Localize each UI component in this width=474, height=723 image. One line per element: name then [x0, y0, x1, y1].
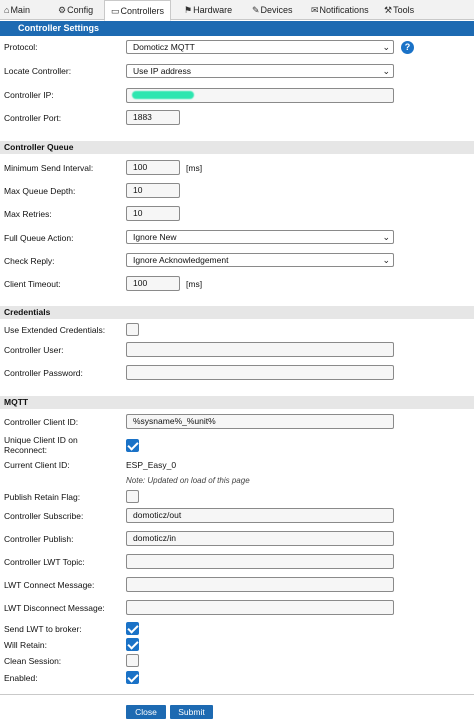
client-id-label: Controller Client ID: [4, 417, 79, 427]
controller-subscribe-label: Controller Subscribe: [4, 511, 84, 521]
tab-tools[interactable]: ⚒Tools [384, 0, 414, 20]
full-queue-action-label: Full Queue Action: [4, 233, 74, 243]
chevron-down-icon: ⌄ [382, 232, 390, 242]
lwt-topic-input[interactable] [126, 554, 394, 569]
current-client-id-value: ESP_Easy_0 [126, 460, 177, 470]
min-send-interval-label: Minimum Send Interval: [4, 163, 94, 173]
check-reply-label: Check Reply: [4, 256, 55, 266]
tab-notifications[interactable]: ✉Notifications [311, 0, 369, 20]
submit-button[interactable]: Submit [170, 705, 213, 719]
client-timeout-unit: [ms] [186, 279, 203, 289]
controller-password-label: Controller Password: [4, 368, 83, 378]
current-client-id-label: Current Client ID: [4, 460, 70, 470]
close-button[interactable]: Close [126, 705, 166, 719]
controller-port-label: Controller Port: [4, 113, 62, 123]
publish-retain-label: Publish Retain Flag: [4, 492, 81, 502]
page-title: Controller Settings [0, 21, 474, 36]
section-controller-queue: Controller Queue [0, 141, 474, 154]
client-id-input[interactable]: %sysname%_%unit% [126, 414, 394, 429]
controller-user-label: Controller User: [4, 345, 64, 355]
chevron-down-icon: ⌄ [382, 66, 390, 76]
controller-port-input[interactable]: 1883 [126, 110, 180, 125]
unique-client-id-checkbox[interactable] [126, 439, 139, 452]
tab-main[interactable]: ⌂Main [4, 0, 30, 20]
lwt-connect-input[interactable] [126, 577, 394, 592]
locate-controller-label: Locate Controller: [4, 66, 72, 76]
chevron-down-icon: ⌄ [382, 255, 390, 265]
min-send-interval-unit: [ms] [186, 163, 203, 173]
redaction-mark [132, 91, 194, 99]
publish-retain-checkbox[interactable] [126, 490, 139, 503]
tab-devices[interactable]: ✎Devices [252, 0, 293, 20]
controller-publish-label: Controller Publish: [4, 534, 74, 544]
pencil-icon: ✎ [252, 5, 260, 15]
extended-credentials-checkbox[interactable] [126, 323, 139, 336]
send-lwt-checkbox[interactable] [126, 622, 139, 635]
min-send-interval-input[interactable]: 100 [126, 160, 180, 175]
client-timeout-input[interactable]: 100 [126, 276, 180, 291]
gear-icon: ⚙ [58, 5, 67, 15]
client-timeout-label: Client Timeout: [4, 279, 61, 289]
extended-credentials-label: Use Extended Credentials: [4, 325, 106, 335]
tab-hardware[interactable]: ⚑Hardware [184, 0, 232, 20]
nav-tabs: ⌂Main ⚙Config ▭Controllers ⚑Hardware ✎De… [0, 0, 474, 21]
check-reply-select[interactable]: Ignore Acknowledgement ⌄ [126, 253, 394, 267]
max-queue-depth-input[interactable]: 10 [126, 183, 180, 198]
section-credentials: Credentials [0, 306, 474, 319]
current-client-id-note: Note: Updated on load of this page [126, 476, 250, 485]
home-icon: ⌂ [4, 5, 10, 15]
help-icon[interactable]: ? [401, 41, 414, 54]
pin-icon: ⚑ [184, 5, 193, 15]
lwt-connect-label: LWT Connect Message: [4, 580, 95, 590]
section-mqtt: MQTT [0, 396, 474, 409]
will-retain-checkbox[interactable] [126, 638, 139, 651]
controller-publish-input[interactable]: domoticz/in [126, 531, 394, 546]
locate-controller-select[interactable]: Use IP address ⌄ [126, 64, 394, 78]
tools-icon: ⚒ [384, 5, 393, 15]
send-lwt-label: Send LWT to broker: [4, 624, 82, 634]
controller-subscribe-input[interactable]: domoticz/out [126, 508, 394, 523]
unique-client-id-label-line2: Reconnect: [4, 445, 47, 455]
lwt-disconnect-label: LWT Disconnect Message: [4, 603, 105, 613]
clean-session-label: Clean Session: [4, 656, 62, 666]
controller-password-input[interactable] [126, 365, 394, 380]
envelope-icon: ✉ [311, 5, 319, 15]
lwt-topic-label: Controller LWT Topic: [4, 557, 85, 567]
enabled-label: Enabled: [4, 673, 38, 683]
will-retain-label: Will Retain: [4, 640, 47, 650]
protocol-select[interactable]: Domoticz MQTT ⌄ [126, 40, 394, 54]
protocol-label: Protocol: [4, 42, 38, 52]
controller-icon: ▭ [111, 6, 120, 16]
enabled-checkbox[interactable] [126, 671, 139, 684]
controller-ip-label: Controller IP: [4, 90, 54, 100]
controller-user-input[interactable] [126, 342, 394, 357]
tab-config[interactable]: ⚙Config [58, 0, 93, 20]
full-queue-action-select[interactable]: Ignore New ⌄ [126, 230, 394, 244]
chevron-down-icon: ⌄ [382, 42, 390, 52]
tab-controllers[interactable]: ▭Controllers [104, 0, 172, 21]
divider [0, 694, 474, 695]
unique-client-id-label-line1: Unique Client ID on [4, 435, 78, 445]
clean-session-checkbox[interactable] [126, 654, 139, 667]
max-queue-depth-label: Max Queue Depth: [4, 186, 76, 196]
lwt-disconnect-input[interactable] [126, 600, 394, 615]
max-retries-label: Max Retries: [4, 209, 52, 219]
max-retries-input[interactable]: 10 [126, 206, 180, 221]
